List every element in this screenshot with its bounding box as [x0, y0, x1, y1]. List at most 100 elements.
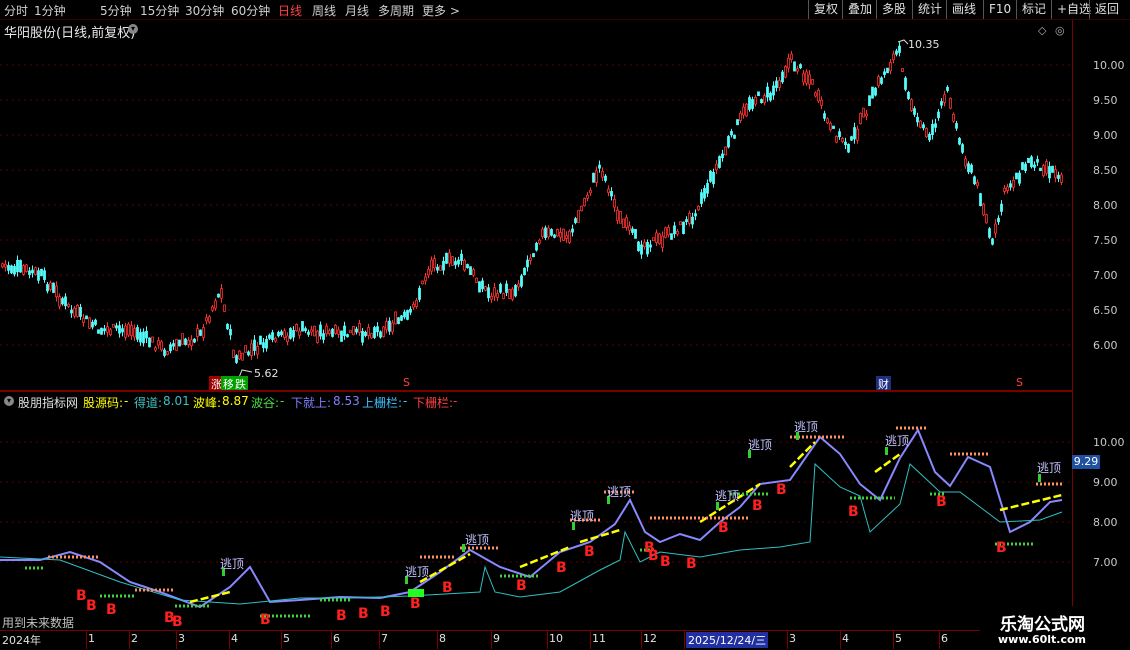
period-tab-more[interactable]: 更多 >	[422, 2, 460, 19]
candle-body	[181, 333, 184, 345]
candle-body	[676, 230, 679, 235]
candlestick-panel[interactable]	[0, 20, 1072, 390]
candle-body	[514, 285, 517, 297]
multi-stock-button[interactable]: 多股	[876, 0, 911, 19]
candle-body	[724, 146, 727, 156]
period-tab-daily[interactable]: 日线	[278, 2, 302, 19]
candle-body	[961, 144, 964, 153]
sell-marker-2[interactable]: S	[1014, 376, 1025, 389]
sell-marker[interactable]: S	[401, 376, 412, 389]
candle-body	[586, 194, 589, 199]
candle-body	[793, 61, 796, 72]
candle-body	[37, 270, 40, 281]
statistics-button[interactable]: 统计	[912, 0, 947, 19]
f10-button[interactable]: F10	[983, 0, 1016, 19]
candle-body	[277, 331, 280, 337]
collapse-icon[interactable]: ◎	[1055, 24, 1065, 37]
candle-body	[991, 238, 994, 245]
candle-body	[1003, 187, 1006, 192]
period-tab-multi[interactable]: 多周期	[378, 2, 414, 19]
candle-body	[937, 111, 940, 119]
candle-body	[535, 242, 538, 251]
candle-body	[358, 322, 361, 333]
diamond-icon[interactable]: ◇	[1038, 24, 1046, 37]
period-tab-1min[interactable]: 1分钟	[34, 2, 66, 19]
time-tick	[281, 631, 282, 649]
candle-body	[742, 106, 745, 116]
candle-body	[1033, 164, 1036, 168]
price-axis-area[interactable]	[1073, 20, 1130, 630]
candle-body	[82, 317, 85, 323]
candle-body	[628, 225, 631, 231]
candle-body	[232, 349, 235, 358]
candle-body	[712, 172, 715, 185]
period-tab-timeshare[interactable]: 分时	[4, 2, 28, 19]
candle-body	[697, 205, 700, 211]
candle-body	[916, 116, 919, 123]
candlestick-chart[interactable]	[0, 20, 1072, 390]
candle-body	[721, 153, 724, 159]
indicator-panel[interactable]	[0, 392, 1072, 630]
candle-body	[187, 339, 190, 346]
candle-body	[406, 310, 409, 320]
candle-body	[715, 163, 718, 171]
candle-body	[379, 331, 382, 338]
candle-body	[1030, 156, 1033, 168]
candle-body	[247, 351, 250, 356]
candle-body	[109, 329, 112, 335]
escape-top-label: 逃顶	[465, 533, 490, 547]
time-label: 2024年	[2, 634, 41, 647]
candle-body	[448, 252, 451, 264]
time-axis[interactable]	[0, 630, 1072, 650]
chevron-down-icon[interactable]: ▾	[128, 24, 138, 34]
candle-body	[439, 265, 442, 271]
escape-top-label: 逃顶	[1037, 461, 1062, 475]
indicator-chart[interactable]	[0, 392, 1072, 630]
candle-body	[871, 86, 874, 99]
buy-marker: B	[936, 494, 947, 510]
candle-body	[616, 209, 619, 221]
period-tab-30min[interactable]: 30分钟	[185, 2, 224, 19]
candle-body	[325, 325, 328, 335]
restore-rights-button[interactable]: 复权	[808, 0, 843, 19]
overlay-button[interactable]: 叠加	[842, 0, 877, 19]
candle-body	[910, 99, 913, 111]
candle-body	[571, 228, 574, 233]
period-tab-monthly[interactable]: 月线	[345, 2, 369, 19]
candle-body	[760, 99, 763, 104]
candle-body	[4, 263, 7, 268]
candle-body	[817, 89, 820, 102]
candle-body	[763, 95, 766, 104]
candle-body	[397, 317, 400, 324]
high-price-label: 10.35	[908, 38, 940, 51]
buy-marker: B	[776, 482, 787, 498]
candle-body	[361, 330, 364, 343]
candle-body	[505, 283, 508, 293]
chevron-down-icon[interactable]: ▾	[4, 396, 14, 406]
candle-body	[94, 319, 97, 325]
time-label: 11	[592, 632, 606, 645]
indicator-item-label: 波峰:	[193, 396, 222, 410]
buy-marker: B	[260, 612, 271, 628]
indicator-item-label: 下就上:	[291, 396, 332, 410]
candle-body	[874, 87, 877, 96]
candle-body	[1036, 159, 1039, 163]
period-tab-15min[interactable]: 15分钟	[140, 2, 179, 19]
period-tab-weekly[interactable]: 周线	[312, 2, 336, 19]
candle-body	[202, 327, 205, 338]
candle-body	[481, 280, 484, 290]
candle-body	[175, 338, 178, 351]
mark-button[interactable]: 标记	[1016, 0, 1051, 19]
indicator-item-value: 8.01	[163, 394, 190, 408]
candle-body	[415, 299, 418, 307]
draw-line-button[interactable]: 画线	[946, 0, 981, 19]
period-tab-60min[interactable]: 60分钟	[231, 2, 270, 19]
candle-body	[442, 260, 445, 271]
candle-body	[637, 241, 640, 252]
back-button[interactable]: 返回	[1089, 0, 1124, 19]
candle-body	[982, 203, 985, 216]
candle-body	[427, 268, 430, 276]
period-tab-5min[interactable]: 5分钟	[100, 2, 132, 19]
candle-body	[460, 253, 463, 261]
candle-body	[124, 325, 127, 338]
